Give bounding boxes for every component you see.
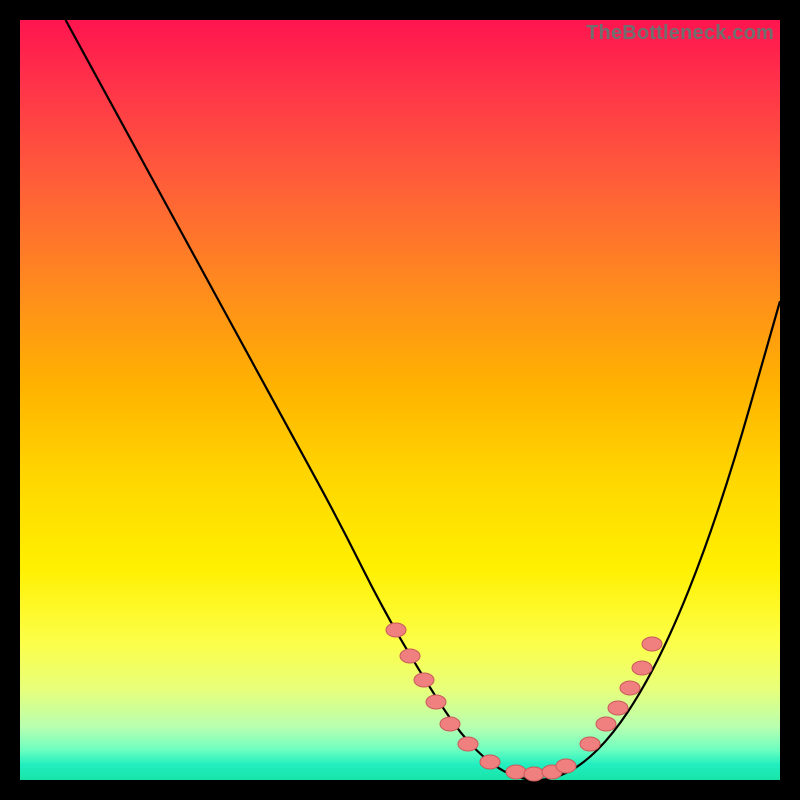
data-marker — [426, 695, 446, 709]
data-marker — [620, 681, 640, 695]
data-marker — [632, 661, 652, 675]
data-marker — [480, 755, 500, 769]
data-marker — [642, 637, 662, 651]
data-marker — [440, 717, 460, 731]
data-marker — [458, 737, 478, 751]
data-marker — [506, 765, 526, 779]
data-marker — [524, 767, 544, 781]
data-marker — [386, 623, 406, 637]
data-marker — [608, 701, 628, 715]
bottleneck-curve — [66, 20, 780, 780]
chart-svg — [20, 20, 780, 780]
data-marker — [580, 737, 600, 751]
data-marker — [596, 717, 616, 731]
data-marker — [556, 759, 576, 773]
chart-frame: TheBottleneck.com — [20, 20, 780, 780]
marker-group — [386, 623, 662, 781]
data-marker — [414, 673, 434, 687]
data-marker — [400, 649, 420, 663]
